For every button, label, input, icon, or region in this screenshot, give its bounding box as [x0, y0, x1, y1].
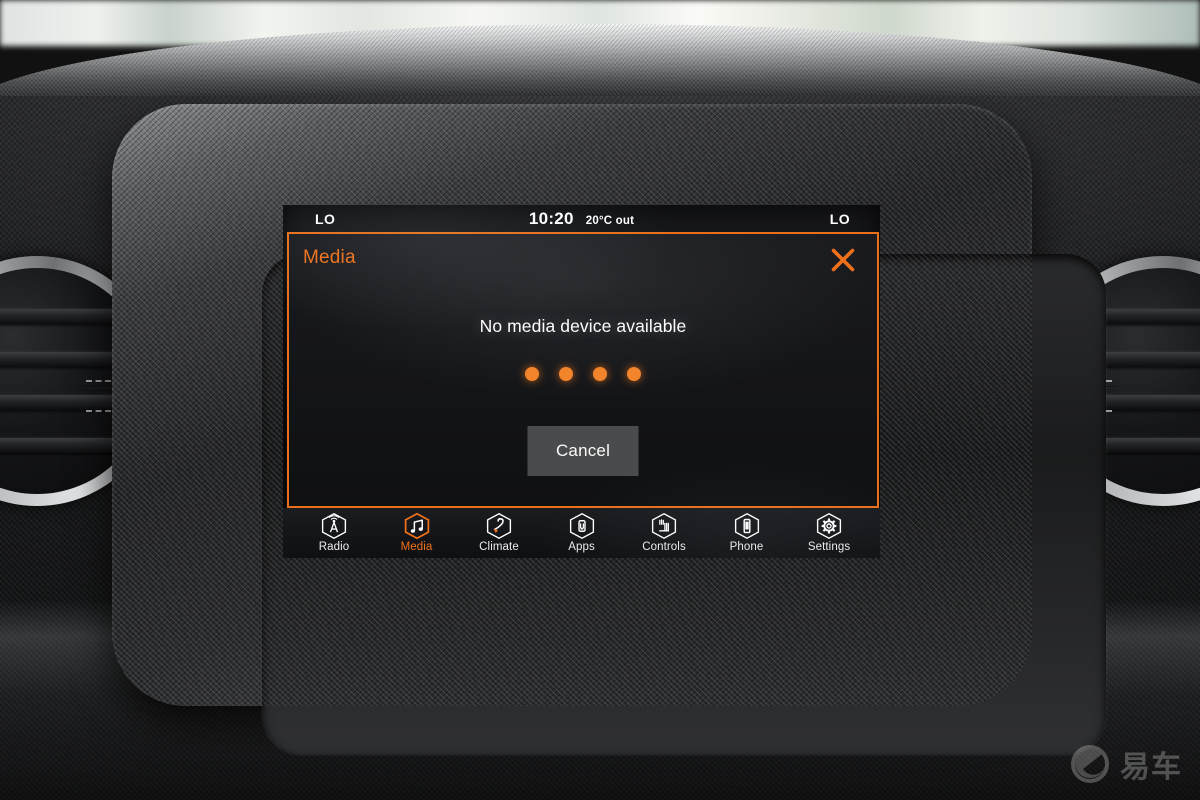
dialog-title: Media — [303, 247, 356, 268]
loading-dot — [559, 367, 573, 381]
nav-label: Climate — [479, 541, 519, 553]
loading-dots — [289, 367, 877, 381]
controls-icon — [651, 512, 677, 540]
cancel-button[interactable]: Cancel — [527, 426, 639, 476]
loading-dot — [593, 367, 607, 381]
nav-label: Controls — [642, 541, 686, 553]
loading-dot — [525, 367, 539, 381]
nav-item-controls[interactable]: Controls — [627, 512, 701, 553]
nav-item-radio[interactable]: Radio — [297, 512, 371, 553]
nav-item-apps[interactable]: Apps — [545, 512, 619, 553]
dialog-message: No media device available — [479, 316, 687, 336]
nav-label: Apps — [568, 541, 595, 553]
nav-label: Media — [400, 541, 433, 553]
phone-icon — [734, 512, 759, 540]
gear-icon — [816, 512, 842, 540]
infotainment-screen[interactable]: LO 10:20 20°C out LO Media No media devi… — [283, 205, 880, 558]
nav-item-media[interactable]: Media — [380, 512, 454, 553]
car-dashboard-scene: LO 10:20 20°C out LO Media No media devi… — [0, 0, 1200, 800]
nav-label: Phone — [729, 541, 764, 553]
media-dialog: Media No media device available Cancel — [287, 232, 879, 508]
status-bar: LO 10:20 20°C out LO — [283, 205, 880, 232]
clock: 10:20 — [528, 208, 574, 228]
close-x-icon[interactable] — [829, 246, 857, 274]
nav-label: Radio — [318, 541, 350, 553]
music-note-icon — [404, 512, 429, 540]
nav-item-climate[interactable]: Climate — [462, 512, 536, 553]
radio-tower-icon — [321, 512, 347, 540]
status-center: 10:20 20°C out — [283, 209, 880, 229]
climate-temp-passenger[interactable]: LO — [830, 211, 850, 227]
apps-device-icon — [569, 512, 594, 540]
bottom-nav-bar: Radio Media Climate Apps Controls Phone … — [283, 508, 880, 558]
nav-item-phone[interactable]: Phone — [710, 512, 784, 553]
nav-label: Settings — [807, 541, 851, 553]
nav-item-settings[interactable]: Settings — [792, 512, 866, 553]
outside-temp: 20°C out — [585, 214, 635, 227]
loading-dot — [627, 367, 641, 381]
climate-fan-icon — [486, 512, 512, 540]
